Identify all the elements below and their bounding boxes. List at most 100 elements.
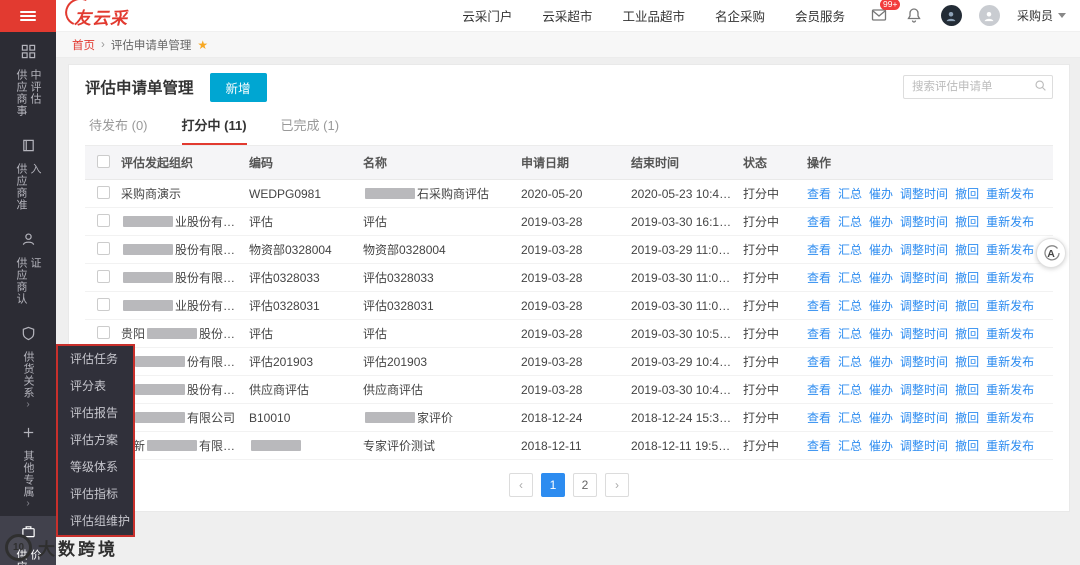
action-link-4[interactable]: 撤回 <box>955 297 979 314</box>
action-link-1[interactable]: 汇总 <box>838 213 862 230</box>
action-link-0[interactable]: 查看 <box>807 297 831 314</box>
action-link-0[interactable]: 查看 <box>807 213 831 230</box>
select-all-checkbox[interactable] <box>97 154 110 168</box>
action-link-3[interactable]: 调整时间 <box>900 437 948 454</box>
action-link-1[interactable]: 汇总 <box>838 381 862 398</box>
action-link-1[interactable]: 汇总 <box>838 297 862 314</box>
profile-avatar[interactable] <box>978 5 1000 26</box>
action-link-1[interactable]: 汇总 <box>838 437 862 454</box>
user-avatar[interactable] <box>940 5 962 26</box>
action-link-1[interactable]: 汇总 <box>838 185 862 202</box>
action-link-4[interactable]: 撤回 <box>955 185 979 202</box>
action-link-4[interactable]: 撤回 <box>955 213 979 230</box>
action-link-3[interactable]: 调整时间 <box>900 213 948 230</box>
action-link-2[interactable]: 催办 <box>869 269 893 286</box>
action-link-4[interactable]: 撤回 <box>955 353 979 370</box>
action-link-1[interactable]: 汇总 <box>838 325 862 342</box>
submenu-item-6[interactable]: 评估组维护 <box>58 508 133 535</box>
action-link-0[interactable]: 查看 <box>807 381 831 398</box>
brand-logo[interactable]: 友云采 <box>70 2 134 29</box>
action-link-5[interactable]: 重新发布 <box>986 437 1034 454</box>
submenu-item-4[interactable]: 等级体系 <box>58 454 133 481</box>
action-link-4[interactable]: 撤回 <box>955 269 979 286</box>
message-icon[interactable]: 99+ <box>871 0 901 25</box>
sidebar-item-0[interactable]: 供应商事中评估 <box>0 36 56 130</box>
bell-icon[interactable] <box>906 7 924 25</box>
page-button-2[interactable]: 2 <box>573 473 597 497</box>
action-link-3[interactable]: 调整时间 <box>900 297 948 314</box>
page-button-1[interactable]: 1 <box>541 473 565 497</box>
submenu-item-3[interactable]: 评估方案 <box>58 427 133 454</box>
action-link-1[interactable]: 汇总 <box>838 241 862 258</box>
action-link-0[interactable]: 查看 <box>807 409 831 426</box>
nav-item-1[interactable]: 云采超市 <box>542 6 592 25</box>
action-link-2[interactable]: 催办 <box>869 381 893 398</box>
search-icon[interactable] <box>1034 79 1048 93</box>
action-link-2[interactable]: 催办 <box>869 353 893 370</box>
nav-item-3[interactable]: 名企采购 <box>715 6 765 25</box>
action-link-5[interactable]: 重新发布 <box>986 325 1034 342</box>
favorite-star-icon[interactable]: ★ <box>197 38 208 52</box>
action-link-2[interactable]: 催办 <box>869 185 893 202</box>
action-link-0[interactable]: 查看 <box>807 185 831 202</box>
row-checkbox[interactable] <box>97 297 110 311</box>
action-link-5[interactable]: 重新发布 <box>986 381 1034 398</box>
action-link-3[interactable]: 调整时间 <box>900 409 948 426</box>
submenu-item-1[interactable]: 评分表 <box>58 373 133 400</box>
action-link-5[interactable]: 重新发布 <box>986 185 1034 202</box>
action-link-2[interactable]: 催办 <box>869 297 893 314</box>
action-link-3[interactable]: 调整时间 <box>900 381 948 398</box>
next-page-button[interactable]: › <box>605 473 629 497</box>
action-link-5[interactable]: 重新发布 <box>986 409 1034 426</box>
search-input[interactable] <box>903 75 1053 99</box>
action-link-3[interactable]: 调整时间 <box>900 185 948 202</box>
action-link-0[interactable]: 查看 <box>807 269 831 286</box>
add-button[interactable]: 新增 <box>209 72 267 102</box>
row-checkbox[interactable] <box>97 213 110 227</box>
submenu-item-0[interactable]: 评估任务 <box>58 346 133 373</box>
sidebar-item-2[interactable]: 供应商认证 <box>0 224 56 318</box>
action-link-2[interactable]: 催办 <box>869 437 893 454</box>
action-link-1[interactable]: 汇总 <box>838 409 862 426</box>
submenu-item-2[interactable]: 评估报告 <box>58 400 133 427</box>
action-link-4[interactable]: 撤回 <box>955 437 979 454</box>
action-link-2[interactable]: 催办 <box>869 213 893 230</box>
nav-item-0[interactable]: 云采门户 <box>462 6 512 25</box>
floating-helper-button[interactable]: A <box>1036 238 1066 268</box>
action-link-4[interactable]: 撤回 <box>955 241 979 258</box>
action-link-3[interactable]: 调整时间 <box>900 325 948 342</box>
tab-0[interactable]: 待发布 (0) <box>89 115 148 145</box>
action-link-0[interactable]: 查看 <box>807 241 831 258</box>
action-link-4[interactable]: 撤回 <box>955 409 979 426</box>
sidebar-item-3[interactable]: 供货关系 › <box>0 318 56 417</box>
action-link-5[interactable]: 重新发布 <box>986 269 1034 286</box>
action-link-3[interactable]: 调整时间 <box>900 353 948 370</box>
action-link-4[interactable]: 撤回 <box>955 325 979 342</box>
sidebar-item-4[interactable]: 其他专属 › <box>0 417 56 516</box>
action-link-5[interactable]: 重新发布 <box>986 241 1034 258</box>
hamburger-menu-button[interactable] <box>0 0 56 32</box>
action-link-0[interactable]: 查看 <box>807 325 831 342</box>
nav-item-4[interactable]: 会员服务 <box>795 6 845 25</box>
action-link-5[interactable]: 重新发布 <box>986 353 1034 370</box>
action-link-5[interactable]: 重新发布 <box>986 297 1034 314</box>
action-link-3[interactable]: 调整时间 <box>900 241 948 258</box>
user-role-dropdown[interactable]: 采购员 <box>1017 7 1066 24</box>
action-link-2[interactable]: 催办 <box>869 325 893 342</box>
row-checkbox[interactable] <box>97 269 110 283</box>
prev-page-button[interactable]: ‹ <box>509 473 533 497</box>
submenu-item-5[interactable]: 评估指标 <box>58 481 133 508</box>
action-link-1[interactable]: 汇总 <box>838 269 862 286</box>
row-checkbox[interactable] <box>97 185 110 199</box>
action-link-2[interactable]: 催办 <box>869 241 893 258</box>
tab-1[interactable]: 打分中 (11) <box>181 115 247 145</box>
action-link-3[interactable]: 调整时间 <box>900 269 948 286</box>
row-checkbox[interactable] <box>97 325 110 339</box>
action-link-0[interactable]: 查看 <box>807 353 831 370</box>
action-link-1[interactable]: 汇总 <box>838 353 862 370</box>
action-link-2[interactable]: 催办 <box>869 409 893 426</box>
breadcrumb-home-link[interactable]: 首页 <box>72 37 95 53</box>
nav-item-2[interactable]: 工业品超市 <box>622 6 685 25</box>
tab-2[interactable]: 已完成 (1) <box>281 115 340 145</box>
sidebar-item-1[interactable]: 供应商准入 <box>0 130 56 224</box>
